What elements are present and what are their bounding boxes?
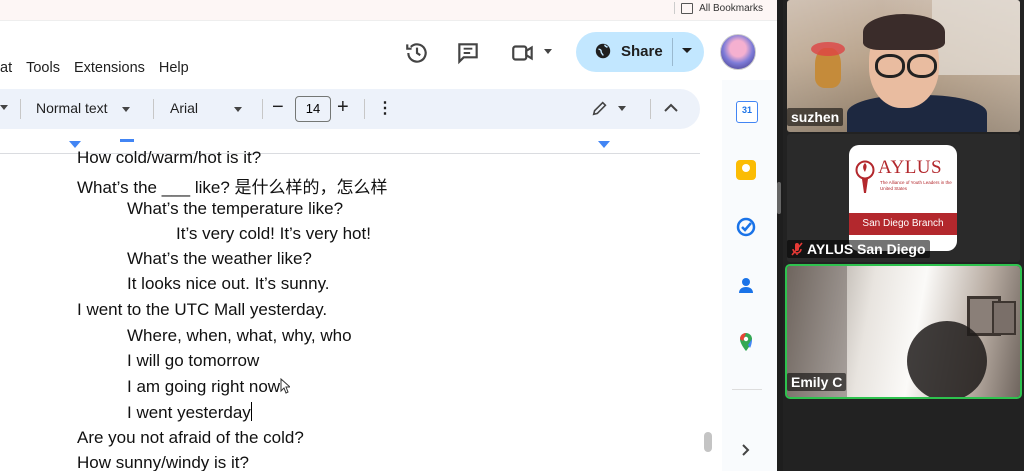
person-hair <box>863 14 945 50</box>
font-label: Arial <box>170 100 199 116</box>
all-bookmarks-label: All Bookmarks <box>699 2 763 14</box>
torch-icon <box>855 160 875 193</box>
decrease-font-size-button[interactable]: − <box>272 96 284 119</box>
doc-line: What’s the ___ like? 是什么样的，怎么样 <box>77 178 388 197</box>
aylus-title: AYLUS <box>878 157 943 178</box>
all-bookmarks-button[interactable]: All Bookmarks <box>674 2 763 14</box>
menu-help[interactable]: Help <box>159 60 189 76</box>
mouse-pointer-icon <box>280 378 290 394</box>
font-size-input[interactable]: 14 <box>295 96 331 122</box>
menu-tools[interactable]: Tools <box>26 60 60 76</box>
paragraph-style-label: Normal text <box>36 100 108 116</box>
expand-icon[interactable] <box>736 440 756 460</box>
doc-line: I will go tomorrow <box>127 351 260 370</box>
doc-line: What’s the temperature like? <box>127 199 344 218</box>
flowers <box>811 42 845 56</box>
aylus-branch-band: San Diego Branch <box>849 213 957 235</box>
resize-handle[interactable] <box>777 182 781 214</box>
doc-line: Are you not afraid of the cold? <box>77 428 304 447</box>
doc-line: How sunny/windy is it? <box>77 453 249 471</box>
edit-mode-icon[interactable] <box>591 99 609 117</box>
formatting-toolbar: Normal text Arial − 14 + ⋮ <box>0 89 700 129</box>
doc-line: How cold/warm/hot is it? <box>77 148 262 167</box>
share-button[interactable]: Share <box>576 32 704 72</box>
chevron-down-icon[interactable] <box>0 105 8 110</box>
doc-line: What’s the weather like? <box>127 249 312 268</box>
participant-tile-emily-c[interactable]: Emily C <box>785 264 1022 399</box>
font-dropdown[interactable]: Arial <box>170 100 243 116</box>
account-avatar[interactable] <box>720 34 756 70</box>
calendar-icon[interactable]: 31 <box>736 101 758 123</box>
tasks-icon[interactable] <box>736 217 756 237</box>
doc-line-text: I went yesterday <box>127 403 251 422</box>
share-label: Share <box>621 42 663 60</box>
document-body[interactable]: How cold/warm/hot is it? What’s the ___ … <box>0 146 700 471</box>
person-head <box>907 321 987 397</box>
participant-name: AYLUS San Diego <box>807 241 926 257</box>
divider <box>674 2 676 14</box>
first-line-indent-marker[interactable] <box>120 139 134 142</box>
side-panel: 31 <box>722 80 777 471</box>
scrollbar-thumb[interactable] <box>704 432 712 452</box>
participant-tile-suzhen[interactable]: suzhen <box>787 0 1020 132</box>
menu-format[interactable]: at <box>0 60 12 76</box>
doc-line: It looks nice out. It’s sunny. <box>127 274 330 293</box>
aylus-subtitle: The Alliance of Youth Leaders in the Uni… <box>880 180 952 191</box>
doc-line: I am going right now <box>127 377 281 396</box>
more-options-icon[interactable]: ⋮ <box>377 98 393 118</box>
globe-icon <box>595 43 611 59</box>
chevron-up-icon[interactable] <box>664 102 678 114</box>
comment-icon[interactable] <box>455 40 481 66</box>
docs-menu-bar: at Tools Extensions Help <box>0 60 203 76</box>
increase-font-size-button[interactable]: + <box>337 96 349 119</box>
muted-mic-icon <box>791 242 803 256</box>
paragraph-style-dropdown[interactable]: Normal text <box>36 100 130 116</box>
calendar-day: 31 <box>741 105 752 115</box>
meet-video-icon[interactable] <box>510 40 536 66</box>
chevron-down-icon[interactable] <box>544 49 552 54</box>
contacts-icon[interactable] <box>736 275 756 295</box>
aylus-logo: AYLUS The Alliance of Youth Leaders in t… <box>849 145 957 251</box>
doc-line: It’s very cold! It’s very hot! <box>176 224 371 243</box>
glasses-right <box>907 54 937 78</box>
share-options-chevron-icon[interactable] <box>682 48 692 53</box>
participant-name: Emily C <box>787 373 847 391</box>
glasses-left <box>875 54 905 78</box>
chevron-down-icon[interactable] <box>618 106 626 111</box>
doc-line: Where, when, what, why, who <box>127 326 352 345</box>
participant-name-tag: AYLUS San Diego <box>787 240 930 258</box>
maps-icon[interactable] <box>736 332 756 352</box>
picture-frame <box>992 301 1016 335</box>
history-icon[interactable] <box>404 40 430 66</box>
keep-icon[interactable] <box>736 160 756 180</box>
menu-extensions[interactable]: Extensions <box>74 60 145 76</box>
participant-name: suzhen <box>787 108 844 126</box>
chevron-down-icon <box>121 106 130 112</box>
chevron-down-icon <box>234 106 243 112</box>
participant-tile-aylus-san-diego[interactable]: AYLUS The Alliance of Youth Leaders in t… <box>787 134 1020 262</box>
folder-icon <box>681 2 694 14</box>
browser-bookmarks-bar: All Bookmarks <box>0 0 777 21</box>
doc-line-with-cursor: I went yesterday <box>127 402 253 423</box>
text-cursor <box>250 402 253 421</box>
doc-line: I went to the UTC Mall yesterday. <box>77 300 328 319</box>
